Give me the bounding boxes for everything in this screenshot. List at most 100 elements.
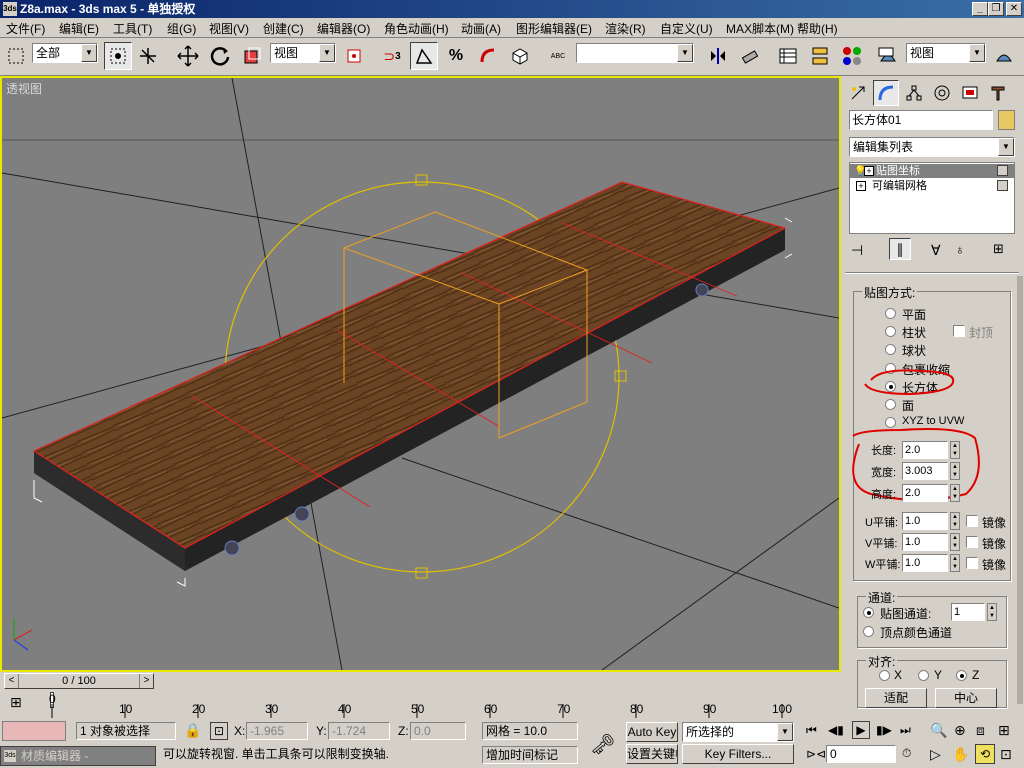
w-flip-checkbox[interactable] <box>966 557 978 569</box>
mini-curve-editor-icon[interactable]: ⊞ <box>10 694 22 711</box>
quick-render-icon[interactable] <box>990 42 1018 70</box>
stack-item-uvw-map[interactable]: 💡 + 贴图坐标 <box>850 164 1014 178</box>
object-name-field[interactable]: 长方体01 <box>849 110 993 130</box>
max-app-icon[interactable]: 3ds <box>3 2 17 16</box>
selection-filter-dropdown[interactable]: 全部 ▼ <box>32 43 98 63</box>
previous-frame-icon[interactable]: ◀▮ <box>828 723 844 737</box>
vertex-color-label[interactable]: 顶点颜色通道 <box>880 624 952 641</box>
chevron-down-icon[interactable]: ▼ <box>677 44 693 62</box>
display-tab-icon[interactable] <box>957 80 983 106</box>
key-filters-button[interactable]: Key Filters... <box>682 744 794 764</box>
material-editor-taskbar[interactable]: 3ds 材质编辑器 - <box>0 746 156 766</box>
v-tile-field[interactable]: 1.0 <box>902 533 948 551</box>
time-prev-button[interactable]: < <box>5 674 19 688</box>
vertex-color-radio[interactable] <box>863 626 874 637</box>
named-selection-icon[interactable] <box>506 42 534 70</box>
mapping-cylindrical-radio[interactable] <box>885 326 896 337</box>
motion-tab-icon[interactable] <box>929 80 955 106</box>
menu-rendering[interactable]: 渲染(R) <box>605 20 646 37</box>
map-channel-radio[interactable] <box>863 607 874 618</box>
w-tile-spinner[interactable]: ▲ ▼ <box>950 554 960 572</box>
utilities-tab-icon[interactable] <box>985 80 1011 106</box>
map-channel-spinner[interactable]: ▲ ▼ <box>987 603 997 621</box>
modifier-list-dropdown[interactable]: 编辑集列表 ▼ <box>849 137 1015 157</box>
expand-icon[interactable]: + <box>856 181 866 191</box>
width-spinner[interactable]: ▲ ▼ <box>950 462 960 480</box>
play-icon[interactable]: ▶ <box>852 721 870 739</box>
menu-edit[interactable]: 编辑(E) <box>59 20 99 37</box>
percent-snap-icon[interactable]: % <box>442 42 470 70</box>
make-unique-icon[interactable]: ∀ <box>931 242 941 259</box>
menu-modifiers[interactable]: 编辑器(O) <box>317 20 370 37</box>
stack-item-editable-mesh[interactable]: + 可编辑网格 <box>850 179 1014 193</box>
named-selection-set-dropdown[interactable]: ▼ <box>576 43 694 63</box>
current-frame-field[interactable]: 0 <box>826 745 896 763</box>
lock-selection-icon[interactable]: 🔒 <box>184 722 201 739</box>
move-icon[interactable] <box>174 42 202 70</box>
length-spinner[interactable]: ▲ ▼ <box>950 441 960 459</box>
go-to-start-icon[interactable]: ⏮ <box>806 723 817 738</box>
transform-type-in-icon[interactable]: ⊡ <box>210 722 228 740</box>
menu-create[interactable]: 创建(C) <box>263 20 304 37</box>
expand-icon[interactable]: + <box>864 166 874 176</box>
pin-stack-icon[interactable]: ⊣ <box>851 242 863 259</box>
snap-toggle-icon[interactable]: ⊃ 3 <box>378 42 406 70</box>
key-mode-icon[interactable]: ⊳⊲ <box>806 747 826 761</box>
map-channel-label[interactable]: 贴图通道: <box>880 605 931 622</box>
stack-toggle-icon[interactable] <box>997 180 1008 191</box>
configure-sets-icon[interactable]: ⊞ <box>993 241 1004 257</box>
width-field[interactable]: 3.003 <box>902 462 948 480</box>
render-type-dropdown[interactable]: 视图 ▼ <box>906 43 986 63</box>
align-x-radio[interactable] <box>879 670 890 681</box>
pivot-center-icon[interactable] <box>340 42 368 70</box>
cap-checkbox[interactable] <box>953 325 965 337</box>
align-x-label[interactable]: X <box>894 668 902 682</box>
chevron-down-icon[interactable]: ▼ <box>998 138 1014 156</box>
align-z-radio[interactable] <box>956 670 967 681</box>
select-manipulate-icon[interactable] <box>134 42 162 70</box>
chevron-down-icon[interactable]: ▼ <box>777 723 793 741</box>
arc-rotate-icon[interactable]: ⟲ <box>975 744 995 764</box>
panel-scrollbar[interactable] <box>1017 276 1023 704</box>
scale-icon[interactable] <box>238 42 266 70</box>
zoom-extents-icon[interactable]: ⧈ <box>976 722 985 739</box>
create-tab-icon[interactable] <box>845 80 871 106</box>
go-to-end-icon[interactable]: ⏭ <box>900 723 911 738</box>
reference-coordinate-dropdown[interactable]: 视图 ▼ <box>270 43 336 63</box>
mapping-planar-radio[interactable] <box>885 308 896 319</box>
chevron-down-icon[interactable]: ▼ <box>969 44 985 62</box>
field-of-view-icon[interactable]: ▷ <box>930 746 941 763</box>
mirror-icon[interactable] <box>704 42 732 70</box>
pan-icon[interactable]: ✋ <box>952 746 969 763</box>
select-region-icon[interactable] <box>2 42 30 70</box>
menu-graph-editors[interactable]: 图形编辑器(E) <box>516 20 592 37</box>
zoom-all-icon[interactable]: ⊕ <box>954 722 966 739</box>
menu-character[interactable]: 角色动画(H) <box>384 20 449 37</box>
menu-views[interactable]: 视图(V) <box>209 20 249 37</box>
minimize-button[interactable]: _ <box>972 2 988 16</box>
track-bar[interactable]: ⊞ 0 10 20 30 40 50 60 70 80 90 100 <box>0 690 841 718</box>
zoom-icon[interactable]: 🔍 <box>930 722 947 739</box>
set-key-icon[interactable]: 🗝 <box>590 732 615 757</box>
w-tile-field[interactable]: 1.0 <box>902 554 948 572</box>
menu-customize[interactable]: 自定义(U) <box>660 20 713 37</box>
mapping-spherical-radio[interactable] <box>885 344 896 355</box>
mapping-planar-label[interactable]: 平面 <box>902 306 926 323</box>
height-field[interactable]: 2.0 <box>902 484 948 502</box>
v-tile-spinner[interactable]: ▲ ▼ <box>950 533 960 551</box>
menu-animation[interactable]: 动画(A) <box>461 20 501 37</box>
map-channel-field[interactable]: 1 <box>951 603 985 621</box>
u-flip-checkbox[interactable] <box>966 515 978 527</box>
align-y-radio[interactable] <box>918 670 929 681</box>
next-frame-icon[interactable]: ▮▶ <box>876 723 892 737</box>
material-editor-icon[interactable] <box>838 42 866 70</box>
time-config-icon[interactable]: ⏱ <box>902 746 911 761</box>
object-color-swatch[interactable] <box>998 110 1015 130</box>
fit-button[interactable]: 适配 <box>865 688 927 708</box>
chevron-down-icon[interactable]: ▼ <box>319 44 335 62</box>
remove-modifier-icon[interactable]: ♁ <box>955 242 965 257</box>
menu-maxscript[interactable]: MAX脚本(M) <box>726 20 794 37</box>
maximize-button[interactable]: ❐ <box>988 2 1004 16</box>
height-spinner[interactable]: ▲ ▼ <box>950 484 960 502</box>
y-coord-field[interactable]: -1.724 <box>328 722 390 740</box>
